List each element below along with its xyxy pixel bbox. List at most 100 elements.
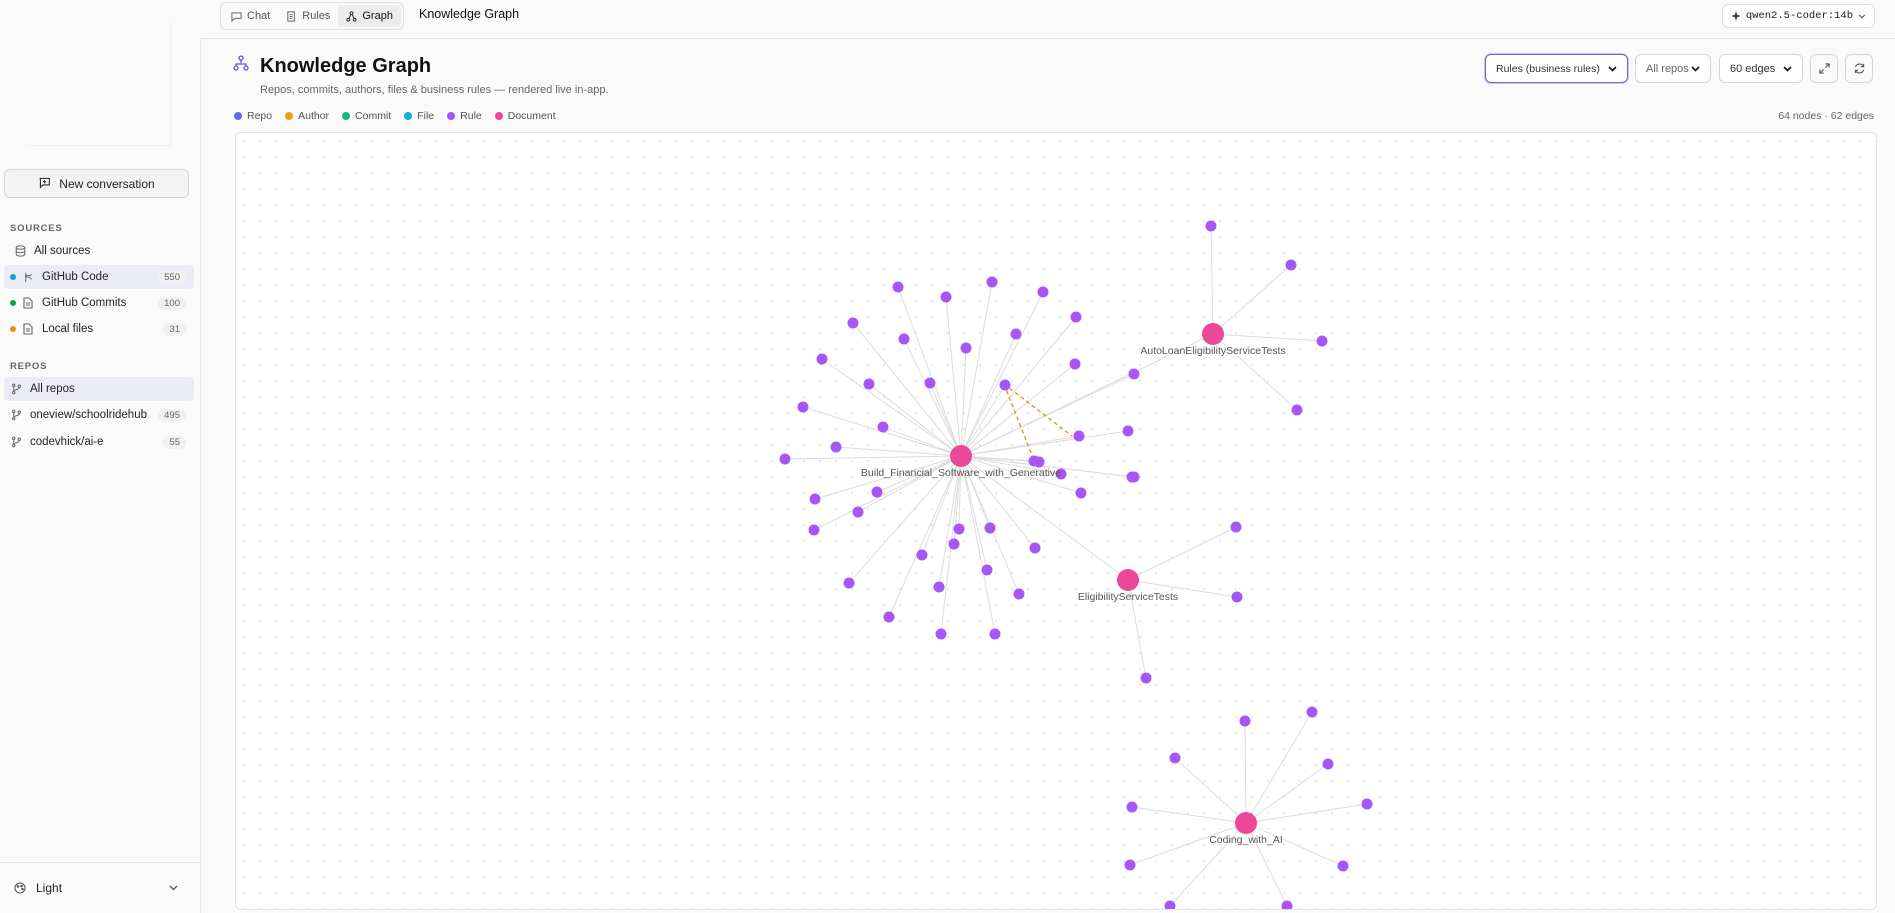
rule-node[interactable] (1291, 404, 1303, 416)
source-item-local-files[interactable]: Local files 31 (4, 317, 194, 341)
rule-node[interactable] (1239, 715, 1251, 727)
rule-node[interactable] (847, 317, 859, 329)
rule-node[interactable] (1075, 487, 1087, 499)
rule-node[interactable] (960, 342, 972, 354)
graph-edge[interactable] (1212, 333, 1323, 342)
graph-edge[interactable] (960, 281, 993, 457)
tab-rules[interactable]: Rules (278, 5, 338, 27)
rule-node[interactable] (898, 333, 910, 345)
edges-limit-select[interactable]: 60 edges (1719, 54, 1803, 83)
refresh-button[interactable] (1845, 54, 1873, 83)
rule-node[interactable] (1322, 758, 1334, 770)
rule-node[interactable] (1128, 471, 1140, 483)
rule-node[interactable] (1285, 259, 1297, 271)
graph-edge[interactable] (857, 455, 962, 513)
document-node[interactable] (1117, 569, 1139, 591)
rule-node[interactable] (1122, 425, 1134, 437)
rule-node[interactable] (1306, 706, 1318, 718)
rule-node[interactable] (1037, 286, 1049, 298)
fullscreen-button[interactable] (1810, 54, 1838, 83)
model-selector[interactable]: qwen2.5-coder:14b (1721, 4, 1875, 28)
repo-filter-select[interactable]: All repos (1635, 54, 1711, 83)
rule-node[interactable] (940, 291, 952, 303)
rule-node[interactable] (933, 581, 945, 593)
rule-node[interactable] (1128, 368, 1140, 380)
tab-chat[interactable]: Chat (223, 5, 278, 27)
rule-node[interactable] (953, 523, 965, 535)
rule-node[interactable] (779, 453, 791, 465)
rule-node[interactable] (1316, 335, 1328, 347)
rule-node[interactable] (1205, 220, 1217, 232)
repo-item-all[interactable]: All repos (4, 377, 194, 401)
source-item-github-commits[interactable]: GitHub Commits 100 (4, 291, 194, 315)
rule-node[interactable] (863, 378, 875, 390)
rule-node[interactable] (1124, 859, 1136, 871)
rule-node[interactable] (986, 276, 998, 288)
repo-item-ai-e[interactable]: codevhick/ai-e 55 (4, 430, 194, 454)
graph-edge[interactable] (1212, 264, 1292, 335)
rule-node[interactable] (809, 493, 821, 505)
rule-node[interactable] (852, 506, 864, 518)
rule-node[interactable] (1010, 328, 1022, 340)
rule-node[interactable] (1126, 801, 1138, 813)
rule-node[interactable] (1337, 860, 1349, 872)
graph-edge[interactable] (960, 291, 1044, 457)
rule-node[interactable] (871, 486, 883, 498)
rule-node[interactable] (948, 538, 960, 550)
graph-edge[interactable] (784, 455, 962, 460)
graph-edge[interactable] (1127, 526, 1237, 581)
graph-edge[interactable] (960, 455, 996, 635)
rule-node[interactable] (924, 377, 936, 389)
rule-node[interactable] (981, 564, 993, 576)
rule-node[interactable] (1281, 900, 1293, 910)
rule-node[interactable] (1070, 311, 1082, 323)
rule-node[interactable] (830, 441, 842, 453)
rule-node[interactable] (1013, 588, 1025, 600)
graph-edge[interactable] (1131, 806, 1247, 824)
graph-edge[interactable] (1210, 225, 1214, 335)
graph-edge[interactable] (1244, 720, 1247, 824)
tab-graph[interactable]: Graph (338, 5, 401, 27)
graph-edge[interactable] (945, 296, 962, 457)
rule-node[interactable] (892, 281, 904, 293)
rule-node[interactable] (984, 522, 996, 534)
graph-edge[interactable] (1245, 803, 1368, 824)
rule-node[interactable] (1069, 358, 1081, 370)
repo-label: codevhick/ai-e (30, 436, 104, 448)
rule-node[interactable] (883, 611, 895, 623)
rule-node[interactable] (916, 549, 928, 561)
rule-node[interactable] (843, 577, 855, 589)
rule-node[interactable] (1033, 456, 1045, 468)
rule-node[interactable] (816, 353, 828, 365)
rule-node[interactable] (935, 628, 947, 640)
repo-item-schoolridehub[interactable]: oneview/schoolridehub 495 (4, 403, 194, 427)
rule-node[interactable] (989, 628, 1001, 640)
document-node[interactable] (950, 445, 972, 467)
rule-node[interactable] (1361, 798, 1373, 810)
graph-edge[interactable] (888, 455, 962, 618)
new-conversation-button[interactable]: New conversation (4, 169, 189, 198)
document-node[interactable] (1235, 812, 1257, 834)
rule-node[interactable] (877, 421, 889, 433)
graph-edge[interactable] (897, 286, 962, 457)
graph-edge[interactable] (1174, 757, 1247, 824)
rule-node[interactable] (1231, 591, 1243, 603)
rule-node[interactable] (1169, 752, 1181, 764)
graph-canvas[interactable]: Build_Financial_Software_with_Generative… (235, 132, 1877, 910)
rule-node[interactable] (1029, 542, 1041, 554)
document-node[interactable] (1202, 323, 1224, 345)
graph-edge[interactable] (1245, 763, 1329, 824)
rule-node[interactable] (1073, 430, 1085, 442)
graph-edge[interactable] (1245, 711, 1313, 824)
source-item-github-code[interactable]: GitHub Code 550 (4, 265, 194, 289)
rule-node[interactable] (808, 524, 820, 536)
view-type-select[interactable]: Rules (business rules) (1485, 54, 1628, 83)
rule-node[interactable] (797, 401, 809, 413)
graph-edge[interactable] (835, 446, 962, 457)
rule-node[interactable] (1140, 672, 1152, 684)
theme-selector[interactable]: Light (0, 862, 200, 913)
source-item-all[interactable]: All sources (4, 239, 194, 263)
graph-svg[interactable]: Build_Financial_Software_with_Generative… (236, 133, 1876, 909)
rule-node[interactable] (999, 379, 1011, 391)
rule-node[interactable] (1230, 521, 1242, 533)
